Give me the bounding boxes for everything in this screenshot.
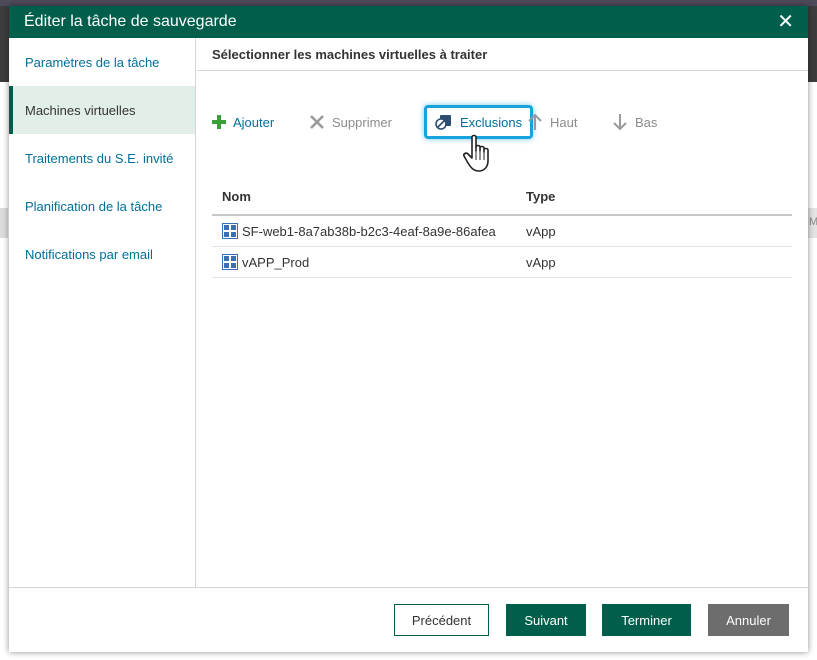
row-name: SF-web1-8a7ab38b-b2c3-4eaf-8a9e-86afea	[242, 223, 496, 239]
column-header-type[interactable]: Type	[516, 189, 786, 204]
add-button[interactable]: Ajouter	[212, 105, 274, 139]
finish-button[interactable]: Terminer	[602, 604, 691, 636]
vapp-icon	[222, 223, 238, 239]
nav-item-label: Paramètres de la tâche	[25, 54, 160, 70]
dialog-title: Éditer la tâche de sauvegarde	[24, 13, 237, 30]
dialog-titlebar: Éditer la tâche de sauvegarde ✕	[9, 6, 808, 38]
next-button[interactable]: Suivant	[506, 604, 586, 636]
row-name: vAPP_Prod	[242, 254, 310, 270]
row-type: vApp	[526, 223, 556, 239]
vm-grid: Nom Type SF-web1-8a7ab38b-b2c3-4eaf-8a9e…	[212, 178, 792, 278]
app-background-strip-left	[0, 208, 8, 238]
nav-item-label: Planification de la tâche	[25, 198, 163, 214]
exclusions-label: Exclusions	[460, 114, 523, 130]
section-title: Sélectionner les machines virtuelles à t…	[197, 38, 808, 71]
row-name-cell: vAPP_Prod	[212, 254, 516, 270]
move-down-label: Bas	[635, 114, 658, 130]
exclusions-button[interactable]: Exclusions	[424, 105, 534, 139]
grid-header: Nom Type	[212, 178, 792, 216]
remove-button[interactable]: Supprimer	[309, 105, 392, 139]
dialog-footer: Précédent Suivant Terminer Annuler	[9, 587, 808, 652]
nav-item-job-schedule[interactable]: Planification de la tâche	[9, 182, 195, 230]
table-row[interactable]: vAPP_Prod vApp	[212, 247, 792, 278]
arrow-up-icon	[528, 113, 542, 130]
table-row[interactable]: SF-web1-8a7ab38b-b2c3-4eaf-8a9e-86afea v…	[212, 216, 792, 247]
vapp-icon	[222, 254, 238, 270]
move-up-button[interactable]: Haut	[527, 105, 577, 139]
nav-item-label: Machines virtuelles	[25, 102, 136, 118]
nav-item-guest-processing[interactable]: Traitements du S.E. invité	[9, 134, 195, 182]
wizard-content: Sélectionner les machines virtuelles à t…	[197, 38, 808, 587]
edit-backup-job-dialog: Éditer la tâche de sauvegarde ✕ Paramètr…	[9, 6, 808, 652]
row-name-cell: SF-web1-8a7ab38b-b2c3-4eaf-8a9e-86afea	[212, 223, 516, 239]
row-type: vApp	[526, 254, 556, 270]
move-down-button[interactable]: Bas	[612, 105, 657, 139]
nav-item-job-settings[interactable]: Paramètres de la tâche	[9, 38, 195, 86]
cancel-button[interactable]: Annuler	[708, 604, 789, 636]
column-header-name[interactable]: Nom	[212, 189, 516, 204]
previous-button[interactable]: Précédent	[394, 604, 489, 636]
nav-item-label: Notifications par email	[25, 246, 153, 262]
nav-item-label: Traitements du S.E. invité	[25, 150, 174, 166]
add-label: Ajouter	[233, 114, 275, 130]
nav-item-virtual-machines[interactable]: Machines virtuelles	[9, 86, 195, 134]
vm-toolbar: Ajouter Supprimer Exclusions Haut Bas	[212, 105, 792, 139]
remove-label: Supprimer	[332, 114, 392, 130]
wizard-step-nav: Paramètres de la tâche Machines virtuell…	[9, 38, 196, 587]
plus-icon	[212, 115, 226, 129]
nav-item-email-notifications[interactable]: Notifications par email	[9, 230, 195, 278]
close-icon[interactable]: ✕	[777, 12, 794, 32]
move-up-label: Haut	[550, 114, 578, 130]
arrow-down-icon	[613, 114, 627, 131]
exclusions-icon	[435, 115, 451, 130]
x-icon	[310, 115, 324, 129]
